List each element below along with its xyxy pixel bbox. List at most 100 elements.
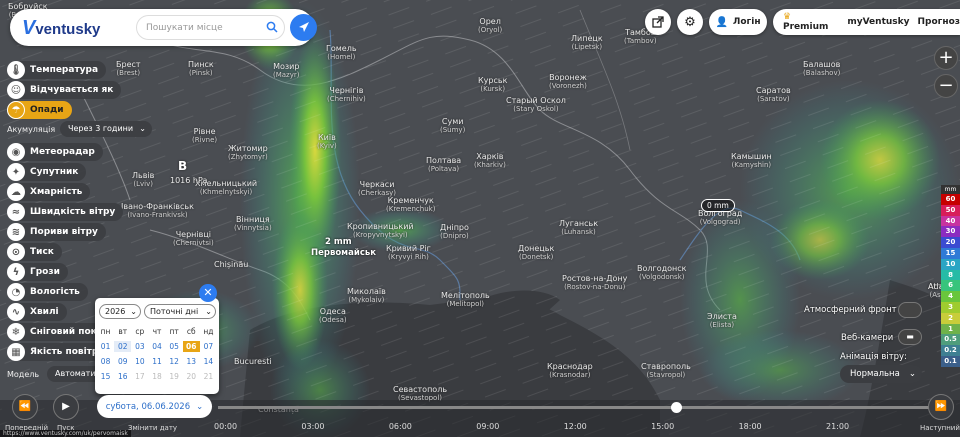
layer-label: Хвилі <box>30 307 59 317</box>
calendar-day[interactable]: 03 <box>131 341 148 352</box>
weekday-header: нд <box>203 327 214 336</box>
storm-icon: ϟ <box>7 263 25 281</box>
fronts-toggle[interactable] <box>898 302 922 318</box>
calendar-day[interactable]: 15 <box>97 371 114 382</box>
layer-item[interactable]: ≈ Швидкість вітру <box>7 203 124 221</box>
calendar-day[interactable]: 13 <box>183 356 200 367</box>
time-tick[interactable]: 18:00 <box>739 422 762 431</box>
legend-step: 60 <box>941 194 960 205</box>
calendar-day[interactable]: 05 <box>166 341 183 352</box>
layer-item[interactable]: ∿ Хвилі <box>7 303 67 321</box>
pressure-icon: ⊙ <box>7 243 25 261</box>
change-date-button[interactable]: субота, 06.06.2026 ⌄ <box>97 395 212 418</box>
premium-button[interactable]: ♛ Premium <box>783 12 839 32</box>
calendar-day[interactable]: 06 <box>182 341 200 352</box>
wave-icon: ∿ <box>7 303 25 321</box>
layer-label: Вологість <box>30 287 80 297</box>
time-tick[interactable]: 00:00 <box>214 422 237 431</box>
selected-point-city: Первомайськ <box>311 248 377 258</box>
calendar-day: 18 <box>152 372 162 381</box>
legend-step: 20 <box>941 237 960 248</box>
share-button[interactable] <box>645 9 671 35</box>
layer-label: Хмарність <box>30 187 83 197</box>
layer-label: Відчувається як <box>30 85 114 95</box>
gust-icon: ≋ <box>7 223 25 241</box>
city-label: Воронеж (Voronezh) <box>549 73 587 90</box>
accumulation-label: Акумуляція <box>7 125 56 134</box>
calendar-day[interactable]: 02 <box>114 341 132 352</box>
search-input[interactable] <box>136 15 285 40</box>
timeline-handle[interactable] <box>671 402 682 413</box>
play-button[interactable]: ▶ <box>53 394 79 420</box>
calendar-day: 20 <box>186 372 197 381</box>
time-tick[interactable]: 06:00 <box>389 422 412 431</box>
layer-item[interactable]: ☁ Хмарність <box>7 183 91 201</box>
time-tick[interactable]: 03:00 <box>301 422 324 431</box>
layer-item[interactable]: ≋ Пориви вітру <box>7 223 106 241</box>
calendar-day[interactable]: 16 <box>114 371 131 382</box>
humidity-icon: ◔ <box>7 283 25 301</box>
time-tick[interactable]: 12:00 <box>564 422 587 431</box>
layer-label: Грози <box>30 267 60 277</box>
camera-icon: ▬ <box>906 332 914 341</box>
legend-step: 2 <box>941 312 960 324</box>
wind-animation-label: Анімація вітру: <box>840 352 907 362</box>
city-label: Чернівці (Chernivtsi) <box>173 230 214 247</box>
layer-item[interactable]: ☺ Відчувається як <box>7 81 122 99</box>
city-label: Балашов (Balashov) <box>803 60 841 77</box>
layer-item[interactable]: ϟ Грози <box>7 263 68 281</box>
weekday-header: сб <box>186 327 196 336</box>
layer-item[interactable]: 🌡 Температура <box>7 61 107 79</box>
chevron-down-icon: ⌄ <box>908 369 916 379</box>
time-tick[interactable]: 15:00 <box>651 422 674 431</box>
locate-button[interactable] <box>290 14 317 41</box>
city-label: Ставрополь (Stavropol) <box>641 362 691 379</box>
calendar-day[interactable]: 09 <box>114 356 131 367</box>
range-select[interactable]: Поточні дні ⌄ <box>144 304 216 319</box>
calendar-day[interactable]: 10 <box>131 356 148 367</box>
time-tick[interactable]: 09:00 <box>476 422 499 431</box>
layer-item[interactable]: ⊙ Тиск <box>7 243 62 261</box>
legend-step: 0.2 <box>941 345 960 356</box>
city-label: Рівне (Rivne) <box>192 127 218 144</box>
my-ventusky-link[interactable]: myVentusky <box>847 17 909 27</box>
webcams-toggle[interactable]: ▬ <box>898 329 922 345</box>
calendar-day[interactable]: 01 <box>97 341 114 352</box>
city-label: Старый Оскол (Stary Oskol) <box>506 96 566 113</box>
calendar-day[interactable]: 11 <box>148 356 165 367</box>
city-label: Харків (Kharkiv) <box>474 152 506 169</box>
layer-item[interactable]: ✦ Супутник <box>7 163 87 181</box>
calendar-day[interactable]: 04 <box>148 341 165 352</box>
previous-button[interactable]: ⏪ <box>12 394 38 420</box>
year-select[interactable]: 2026 ⌄ <box>99 304 141 319</box>
login-button[interactable]: 👤 Логін <box>709 9 767 35</box>
settings-button[interactable]: ⚙ <box>677 9 703 35</box>
city-label: Кропивницький (Kropyvnytskyi) <box>347 222 414 239</box>
city-label: Брест (Brest) <box>116 60 141 77</box>
timeline-track[interactable] <box>218 406 930 409</box>
layer-item[interactable]: ◔ Вологість <box>7 283 88 301</box>
city-label: Курськ (Kursk) <box>478 76 508 93</box>
zoom-in-button[interactable]: + <box>934 46 958 70</box>
next-button[interactable]: ⏩ <box>928 394 954 420</box>
chevron-down-icon: ⌄ <box>205 307 212 316</box>
accumulation-select[interactable]: Через 3 години ⌄ <box>60 121 152 137</box>
calendar-day[interactable]: 07 <box>200 341 217 352</box>
legend-step: 40 <box>941 215 960 227</box>
forecast-link[interactable]: Прогноз <box>918 17 960 27</box>
city-label: Кременчук (Kremenchuk) <box>386 196 436 213</box>
ventusky-logo[interactable]: Vventusky <box>22 17 100 40</box>
layer-item[interactable]: ☂ Опади <box>7 101 72 119</box>
calendar-day[interactable]: 08 <box>97 356 114 367</box>
close-calendar-button[interactable]: ✕ <box>199 284 217 302</box>
calendar-day[interactable]: 14 <box>200 356 217 367</box>
user-icon: 👤 <box>715 16 728 28</box>
calendar-day[interactable]: 12 <box>166 356 183 367</box>
wind-animation-select[interactable]: Нормальна ⌄ <box>840 365 922 383</box>
layer-item[interactable]: ◉ Метеорадар <box>7 143 103 161</box>
search-icon[interactable] <box>266 21 278 33</box>
zoom-out-button[interactable]: − <box>934 74 958 98</box>
legend-step: 50 <box>941 204 960 216</box>
city-label: Пинск (Pinsk) <box>188 60 214 77</box>
time-tick[interactable]: 21:00 <box>826 422 849 431</box>
